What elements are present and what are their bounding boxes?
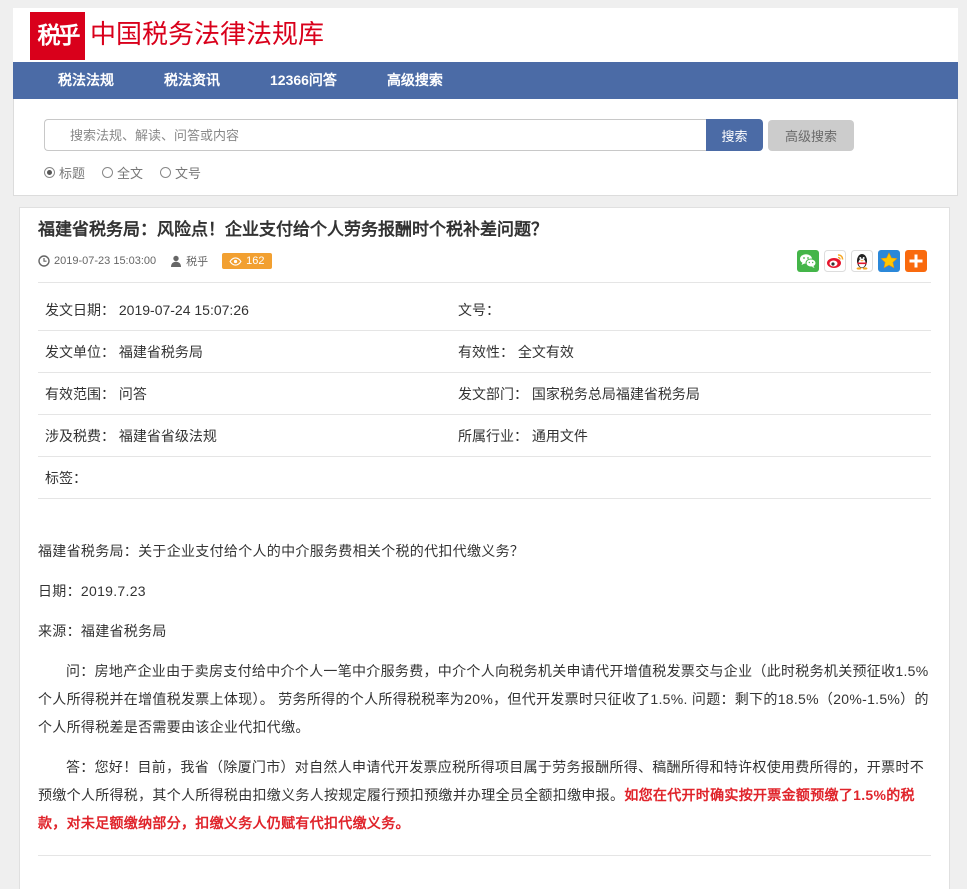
info-scope: 有效范围： 问答 xyxy=(38,384,451,404)
scope-label-fulltext: 全文 xyxy=(117,166,144,181)
info-label: 文号： xyxy=(458,301,500,318)
user-icon xyxy=(171,255,182,267)
info-value: 全文有效 xyxy=(517,343,574,360)
nav-item-tax-laws[interactable]: 税法法规 xyxy=(33,62,139,99)
info-row: 有效范围： 问答 发文部门： 国家税务总局福建省税务局 xyxy=(38,373,931,415)
document-info-table: 发文日期： 2019-07-24 15:07:26 文号： 发文单位： 福建省税… xyxy=(38,289,931,499)
search-panel: 搜索 高级搜索 标题 全文 文号 xyxy=(13,99,958,196)
author[interactable]: 税乎 xyxy=(170,253,208,269)
info-label: 涉及税费： xyxy=(45,427,115,444)
view-count: 162 xyxy=(246,255,265,267)
site-header: 税乎 中国税务法律法规库 xyxy=(13,8,958,62)
search-button[interactable]: 搜索 xyxy=(706,119,763,151)
clock-icon xyxy=(38,255,50,267)
scope-radio-fulltext[interactable] xyxy=(102,167,114,178)
author-name[interactable]: 税乎 xyxy=(186,253,208,269)
info-label: 有效性： xyxy=(458,343,514,360)
nav-item-12366-qa[interactable]: 12366问答 xyxy=(245,62,362,99)
info-issuer: 发文单位： 福建省税务局 xyxy=(38,342,451,362)
eye-icon xyxy=(229,256,242,266)
search-scope-group: 标题 全文 文号 xyxy=(44,163,218,182)
weibo-icon[interactable] xyxy=(824,250,846,272)
scope-label-title: 标题 xyxy=(59,166,86,181)
article-title: 福建省税务局：风险点！企业支付给个人劳务报酬时个税补差问题？ xyxy=(38,220,548,239)
wechat-icon[interactable] xyxy=(797,250,819,272)
more-share-icon[interactable] xyxy=(905,250,927,272)
info-label: 发文日期： xyxy=(45,301,115,318)
qzone-icon[interactable] xyxy=(878,250,900,272)
info-label: 发文单位： xyxy=(45,343,115,360)
publish-time-text: 2019-07-23 15:03:00 xyxy=(54,255,157,267)
site-logo[interactable]: 税乎 xyxy=(30,12,85,60)
main-nav: 税法法规 税法资讯 12366问答 高级搜索 xyxy=(13,62,958,99)
scope-radio-docnumber[interactable] xyxy=(160,167,172,178)
search-bar: 搜索 高级搜索 xyxy=(44,119,854,151)
answer-paragraph: 答：您好！目前，我省（除厦门市）对自然人申请代开发票应税所得项目属于劳务报酬所得… xyxy=(38,753,931,837)
question-paragraph: 问：房地产企业由于卖房支付给中介个人一笔中介服务费，中介个人向税务机关申请代开增… xyxy=(38,663,929,735)
info-industry: 所属行业： 通用文件 xyxy=(451,426,588,446)
info-value: 福建省税务局 xyxy=(118,343,203,360)
article-meta: 2019-07-23 15:03:00 税乎 162 xyxy=(38,250,931,272)
info-row: 标签： xyxy=(38,457,931,499)
scope-radio-title[interactable] xyxy=(44,167,55,178)
info-row: 涉及税费： 福建省省级法规 所属行业： 通用文件 xyxy=(38,415,931,457)
qq-icon[interactable] xyxy=(851,250,873,272)
scope-option-fulltext[interactable]: 全文 xyxy=(102,163,143,182)
search-input[interactable] xyxy=(44,119,706,151)
content-divider xyxy=(38,855,931,856)
article-body: 福建省税务局：关于企业支付给个人的中介服务费相关个税的代扣代缴义务？ 日期：20… xyxy=(38,537,931,837)
info-value: 问答 xyxy=(118,385,147,402)
nav-item-tax-news[interactable]: 税法资讯 xyxy=(139,62,245,99)
article-date: 日期：2019.7.23 xyxy=(38,583,146,599)
scope-option-docnumber[interactable]: 文号 xyxy=(160,163,201,182)
info-label: 有效范围： xyxy=(45,385,115,402)
scope-option-title[interactable]: 标题 xyxy=(44,163,85,182)
publish-time: 2019-07-23 15:03:00 xyxy=(38,255,156,267)
nav-item-advanced-search[interactable]: 高级搜索 xyxy=(362,62,468,99)
info-tax-type: 涉及税费： 福建省省级法规 xyxy=(38,426,451,446)
page-top: 税乎 中国税务法律法规库 税法法规 税法资讯 12366问答 高级搜索 搜索 高… xyxy=(13,8,958,196)
site-title[interactable]: 中国税务法律法规库 xyxy=(90,20,324,50)
info-row: 发文日期： 2019-07-24 15:07:26 文号： xyxy=(38,289,931,331)
info-label: 标签： xyxy=(45,469,87,486)
info-value: 通用文件 xyxy=(531,427,588,444)
info-tags: 标签： xyxy=(38,468,451,488)
view-count-badge: 162 xyxy=(222,253,272,269)
share-bar xyxy=(792,250,927,272)
info-validity: 有效性： 全文有效 xyxy=(451,342,574,362)
article-lead: 福建省税务局：关于企业支付给个人的中介服务费相关个税的代扣代缴义务？ xyxy=(38,543,525,559)
article-source: 来源：福建省税务局 xyxy=(38,623,167,639)
info-value: 2019-07-24 15:07:26 xyxy=(118,301,249,318)
meta-divider xyxy=(38,282,931,283)
info-doc-number: 文号： xyxy=(451,300,500,320)
scope-label-docnumber: 文号 xyxy=(175,166,202,181)
info-label: 所属行业： xyxy=(458,427,528,444)
info-value: 国家税务总局福建省税务局 xyxy=(531,385,700,402)
info-row: 发文单位： 福建省税务局 有效性： 全文有效 xyxy=(38,331,931,373)
info-label: 发文部门： xyxy=(458,385,528,402)
advanced-search-button[interactable]: 高级搜索 xyxy=(768,120,854,151)
info-issue-date: 发文日期： 2019-07-24 15:07:26 xyxy=(38,300,451,320)
info-department: 发文部门： 国家税务总局福建省税务局 xyxy=(451,384,700,404)
info-value: 福建省省级法规 xyxy=(118,427,217,444)
article-card: 福建省税务局：风险点！企业支付给个人劳务报酬时个税补差问题？ 2019-07-2… xyxy=(19,207,950,889)
